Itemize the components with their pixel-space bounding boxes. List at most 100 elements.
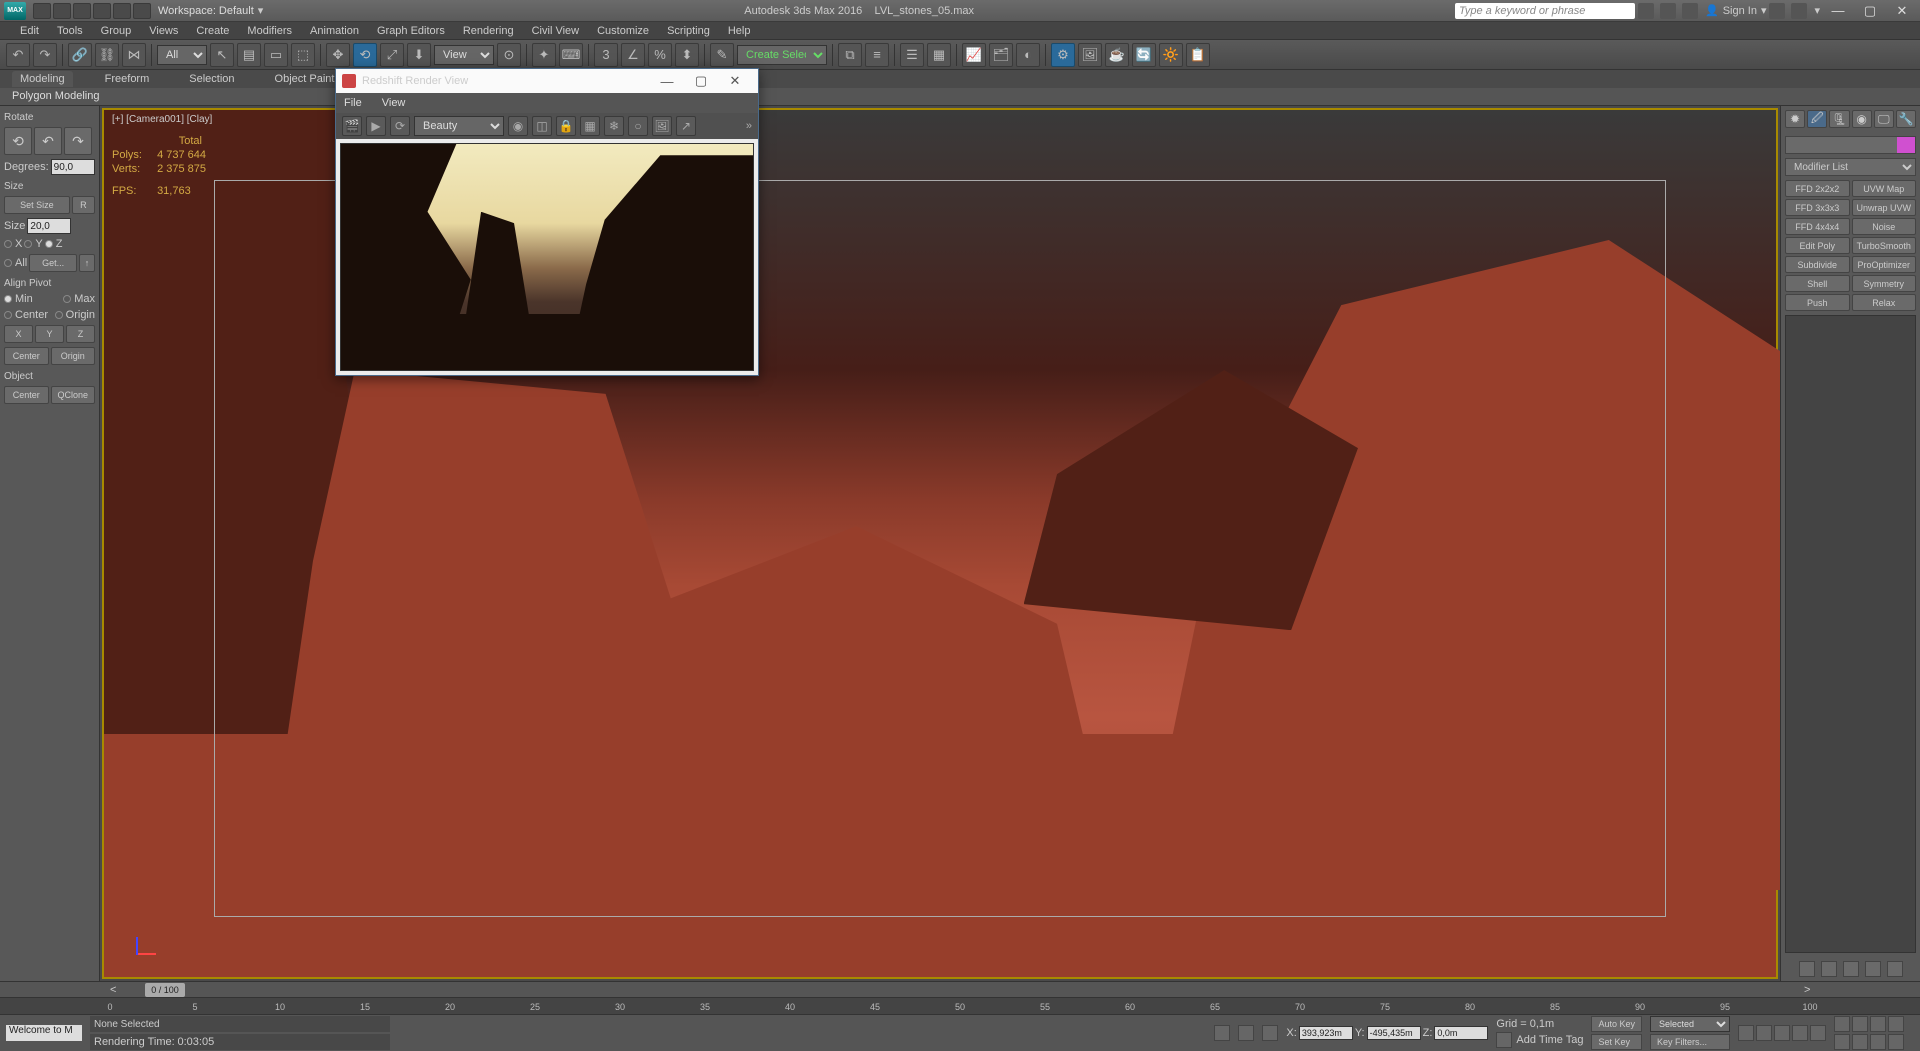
unlink-icon[interactable]: ⛓ (95, 43, 119, 67)
zoom-icon[interactable] (1834, 1016, 1850, 1032)
menu-edit[interactable]: Edit (20, 25, 39, 37)
timeline-ticks[interactable]: 0510152025303540455055606570758085909510… (0, 997, 1920, 1015)
dialog-minimize-icon[interactable]: — (650, 71, 684, 91)
axis-all-radio[interactable]: All (15, 257, 27, 269)
pin-stack-icon[interactable] (1799, 961, 1815, 977)
configure-sets-icon[interactable] (1887, 961, 1903, 977)
ref-coord-system[interactable]: View (434, 45, 494, 65)
create-tab-icon[interactable]: ✹ (1785, 110, 1805, 128)
new-file-icon[interactable] (33, 3, 51, 19)
remove-modifier-icon[interactable] (1865, 961, 1881, 977)
select-rotate-icon[interactable]: ⟲ (353, 43, 377, 67)
search-input[interactable]: Type a keyword or phrase (1455, 3, 1635, 19)
keyfilters-button[interactable]: Key Filters... (1650, 1034, 1730, 1050)
mod-subdivide[interactable]: Subdivide (1785, 256, 1850, 273)
redo-icon[interactable] (113, 3, 131, 19)
menu-help[interactable]: Help (728, 25, 751, 37)
link-icon[interactable]: 🔗 (68, 43, 92, 67)
mod-ffd4[interactable]: FFD 4x4x4 (1785, 218, 1850, 235)
arrow-up-icon[interactable]: ↑ (79, 254, 95, 272)
mod-shell[interactable]: Shell (1785, 275, 1850, 292)
save-file-icon[interactable] (73, 3, 91, 19)
select-scale-icon[interactable]: ⤢ (380, 43, 404, 67)
pan-icon[interactable] (1852, 1034, 1868, 1050)
axis-y-button[interactable]: Y (35, 325, 64, 343)
ribbon-tab-modeling[interactable]: Modeling (12, 71, 73, 87)
maximize-icon[interactable]: ▢ (1856, 3, 1884, 19)
minimize-icon[interactable]: — (1824, 3, 1852, 19)
edit-named-sel-icon[interactable]: ✎ (710, 43, 734, 67)
dialog-maximize-icon[interactable]: ▢ (684, 71, 718, 91)
next-frame-icon[interactable] (1792, 1025, 1808, 1041)
snap-toggle-icon[interactable]: 3 (594, 43, 618, 67)
signin-link[interactable]: Sign In (1723, 5, 1757, 17)
ribbon-tab-objectpaint[interactable]: Object Paint (267, 71, 343, 87)
render-preset-icon[interactable]: 📋 (1186, 43, 1210, 67)
refresh-icon[interactable]: ⟳ (390, 116, 410, 136)
exchange-icon[interactable] (1638, 3, 1654, 19)
make-unique-icon[interactable] (1843, 961, 1859, 977)
menu-create[interactable]: Create (196, 25, 229, 37)
time-slider[interactable]: < 0 / 100 > (0, 982, 1920, 997)
pivot-min-radio[interactable]: Min (15, 293, 33, 305)
coord-y-field[interactable] (1367, 1026, 1421, 1040)
help-dropdown-icon[interactable]: ▾ (1814, 4, 1820, 17)
play-anim-icon[interactable] (1774, 1025, 1790, 1041)
schematic-view-icon[interactable]: 🗂 (989, 43, 1013, 67)
window-crossing-icon[interactable]: ⬚ (291, 43, 315, 67)
zoom-extents-all-icon[interactable] (1888, 1016, 1904, 1032)
mod-editpoly[interactable]: Edit Poly (1785, 237, 1850, 254)
favorites-icon[interactable] (1682, 3, 1698, 19)
rotate-cw-icon[interactable]: ↷ (64, 127, 92, 155)
modifier-list-dropdown[interactable]: Modifier List (1785, 158, 1916, 176)
mod-unwrap[interactable]: Unwrap UVW (1852, 199, 1917, 216)
size-field[interactable] (27, 218, 71, 234)
addtimetag-link[interactable]: Add Time Tag (1516, 1034, 1583, 1046)
menu-grapheditors[interactable]: Graph Editors (377, 25, 445, 37)
coord-x-field[interactable] (1299, 1026, 1353, 1040)
dialog-more-icon[interactable]: » (746, 120, 752, 132)
isolate-icon[interactable] (1238, 1025, 1254, 1041)
selection-filter[interactable]: All (157, 45, 207, 65)
ribbon-tab-selection[interactable]: Selection (181, 71, 242, 87)
align-icon[interactable]: ≡ (865, 43, 889, 67)
menu-customize[interactable]: Customize (597, 25, 649, 37)
scrub-left-icon[interactable]: < (110, 984, 120, 996)
zoom-all-icon[interactable] (1852, 1016, 1868, 1032)
selection-lock-icon[interactable] (1262, 1025, 1278, 1041)
render-activeshade-icon[interactable]: 🔆 (1159, 43, 1183, 67)
goto-start-icon[interactable] (1738, 1025, 1754, 1041)
goto-end-icon[interactable] (1810, 1025, 1826, 1041)
subscription-icon[interactable] (1660, 3, 1676, 19)
ribbon-tab-freeform[interactable]: Freeform (97, 71, 158, 87)
axis-z-button[interactable]: Z (66, 325, 95, 343)
pivot-center-radio[interactable]: Center (15, 309, 48, 321)
menu-tools[interactable]: Tools (57, 25, 83, 37)
mod-symmetry[interactable]: Symmetry (1852, 275, 1917, 292)
center-button[interactable]: Center (4, 347, 49, 365)
mod-ffd3[interactable]: FFD 3x3x3 (1785, 199, 1850, 216)
pivot-max-radio[interactable]: Max (74, 293, 95, 305)
redo-button[interactable]: ↷ (33, 43, 57, 67)
material-editor-icon[interactable]: ◐ (1016, 43, 1040, 67)
render-setup-icon[interactable]: ⚙ (1051, 43, 1075, 67)
object-name-field[interactable] (1785, 136, 1916, 154)
render-icon[interactable]: 🎬 (342, 116, 362, 136)
crop-icon[interactable]: ◫ (532, 116, 552, 136)
select-object-icon[interactable]: ↖ (210, 43, 234, 67)
exchange-apps-icon[interactable] (1769, 3, 1785, 19)
hierarchy-tab-icon[interactable]: 🗜 (1829, 110, 1849, 128)
mod-push[interactable]: Push (1785, 294, 1850, 311)
viewport-label[interactable]: [+] [Camera001] [Clay] (112, 114, 212, 125)
menu-scripting[interactable]: Scripting (667, 25, 710, 37)
menu-views[interactable]: Views (149, 25, 178, 37)
menu-modifiers[interactable]: Modifiers (247, 25, 292, 37)
spinner-snap-icon[interactable]: ⬍ (675, 43, 699, 67)
axis-y-radio[interactable]: Y (35, 238, 42, 250)
menu-rendering[interactable]: Rendering (463, 25, 514, 37)
render-production-icon[interactable]: ☕ (1105, 43, 1129, 67)
size-r-button[interactable]: R (72, 196, 95, 214)
fov-icon[interactable] (1834, 1034, 1850, 1050)
axis-x-radio[interactable]: X (15, 238, 22, 250)
orbit-icon[interactable] (1870, 1034, 1886, 1050)
